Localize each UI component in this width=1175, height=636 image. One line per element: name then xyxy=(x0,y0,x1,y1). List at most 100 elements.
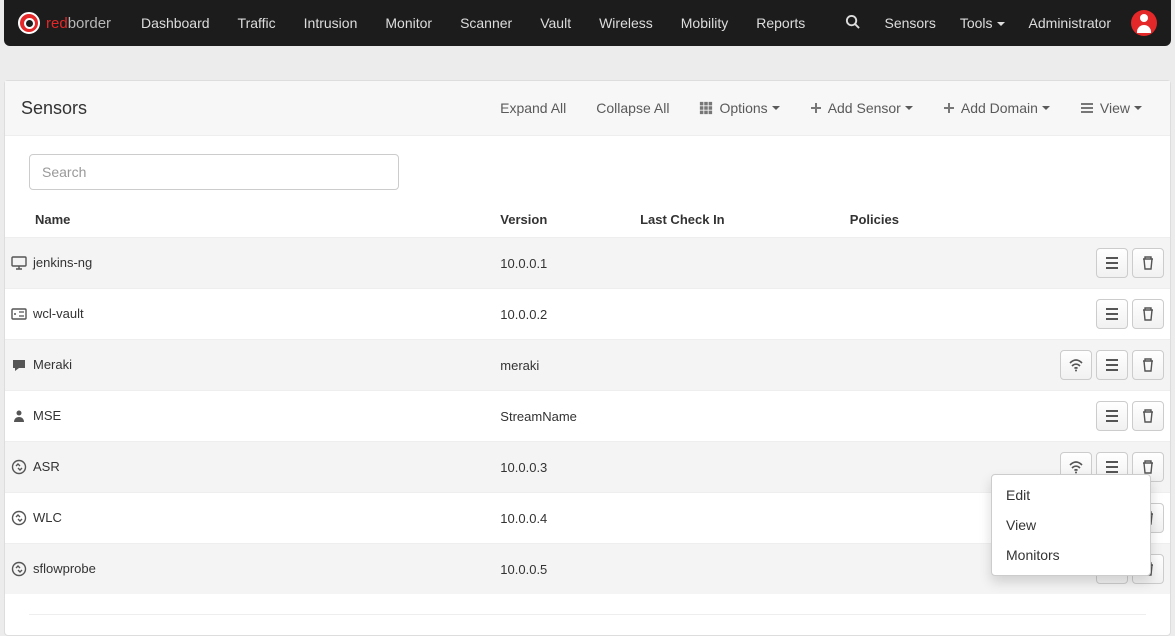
menu-view[interactable]: View xyxy=(992,510,1150,540)
row-name: Meraki xyxy=(5,340,494,391)
top-navbar: redborder Dashboard Traffic Intrusion Mo… xyxy=(4,0,1171,46)
row-policies xyxy=(844,442,1007,493)
nav-primary: Dashboard Traffic Intrusion Monitor Scan… xyxy=(127,0,819,46)
row-version: StreamName xyxy=(494,391,634,442)
menu-edit[interactable]: Edit xyxy=(992,480,1150,510)
row-policies xyxy=(844,340,1007,391)
chevron-down-icon xyxy=(1042,106,1050,110)
row-version: 10.0.0.2 xyxy=(494,289,634,340)
row-name: wcl-vault xyxy=(5,289,494,340)
row-menu-button[interactable] xyxy=(1096,350,1128,380)
chevron-down-icon xyxy=(905,106,913,110)
nav-reports[interactable]: Reports xyxy=(742,0,819,46)
table-row[interactable]: wcl-vault 10.0.0.2 xyxy=(5,289,1170,340)
view-button[interactable]: View xyxy=(1068,93,1154,123)
swap-icon xyxy=(11,561,27,577)
grid-icon xyxy=(699,101,713,115)
row-policies xyxy=(844,238,1007,289)
row-name: jenkins-ng xyxy=(5,238,494,289)
row-actions xyxy=(1007,289,1170,340)
server-icon xyxy=(11,306,27,322)
chevron-down-icon xyxy=(772,106,780,110)
col-last-check-in: Last Check In xyxy=(634,204,844,238)
search-input[interactable] xyxy=(29,154,399,190)
row-actions xyxy=(1007,391,1170,442)
options-button[interactable]: Options xyxy=(687,93,791,123)
monitor-icon xyxy=(11,255,27,271)
nav-monitor[interactable]: Monitor xyxy=(371,0,446,46)
add-domain-button[interactable]: Add Domain xyxy=(931,93,1062,123)
collapse-all-button[interactable]: Collapse All xyxy=(584,93,681,123)
row-last-check-in xyxy=(634,391,844,442)
nav-wireless[interactable]: Wireless xyxy=(585,0,667,46)
sensor-name-label: MSE xyxy=(33,408,61,423)
sensor-name-label: Meraki xyxy=(33,357,72,372)
row-actions xyxy=(1007,238,1170,289)
row-last-check-in xyxy=(634,442,844,493)
row-name: sflowprobe xyxy=(5,544,494,595)
row-name: MSE xyxy=(5,391,494,442)
row-context-menu: Edit View Monitors xyxy=(991,474,1151,576)
nav-sensors[interactable]: Sensors xyxy=(872,0,947,46)
row-policies xyxy=(844,289,1007,340)
nav-traffic[interactable]: Traffic xyxy=(224,0,290,46)
nav-dashboard[interactable]: Dashboard xyxy=(127,0,224,46)
avatar[interactable] xyxy=(1131,10,1157,36)
sensor-name-label: WLC xyxy=(33,510,62,525)
row-last-check-in xyxy=(634,493,844,544)
row-last-check-in xyxy=(634,289,844,340)
chat-icon xyxy=(11,357,27,373)
menu-monitors[interactable]: Monitors xyxy=(992,540,1150,570)
chevron-down-icon xyxy=(997,22,1005,26)
row-version: 10.0.0.3 xyxy=(494,442,634,493)
panel-actions: Expand All Collapse All Options Add Sens… xyxy=(488,93,1154,123)
panel-header: Sensors Expand All Collapse All Options … xyxy=(5,81,1170,136)
nav-scanner[interactable]: Scanner xyxy=(446,0,526,46)
row-menu-button[interactable] xyxy=(1096,401,1128,431)
delete-button[interactable] xyxy=(1132,299,1164,329)
nav-vault[interactable]: Vault xyxy=(526,0,585,46)
row-version: 10.0.0.1 xyxy=(494,238,634,289)
col-policies: Policies xyxy=(844,204,1007,238)
row-name: ASR xyxy=(5,442,494,493)
table-row[interactable]: MSE StreamName xyxy=(5,391,1170,442)
row-version: meraki xyxy=(494,340,634,391)
swap-icon xyxy=(11,510,27,526)
row-policies xyxy=(844,493,1007,544)
delete-button[interactable] xyxy=(1132,401,1164,431)
wifi-button[interactable] xyxy=(1060,350,1092,380)
row-last-check-in xyxy=(634,238,844,289)
col-name: Name xyxy=(5,204,494,238)
expand-all-button[interactable]: Expand All xyxy=(488,93,578,123)
nav-admin[interactable]: Administrator xyxy=(1017,0,1123,46)
row-menu-button[interactable] xyxy=(1096,248,1128,278)
add-sensor-button[interactable]: Add Sensor xyxy=(798,93,925,123)
list-icon xyxy=(1080,102,1094,114)
nav-intrusion[interactable]: Intrusion xyxy=(290,0,372,46)
col-version: Version xyxy=(494,204,634,238)
row-name: WLC xyxy=(5,493,494,544)
table-row[interactable]: Meraki meraki xyxy=(5,340,1170,391)
plus-icon xyxy=(943,102,955,114)
delete-button[interactable] xyxy=(1132,248,1164,278)
person-icon xyxy=(11,408,27,424)
table-row[interactable]: jenkins-ng10.0.0.1 xyxy=(5,238,1170,289)
row-version: 10.0.0.4 xyxy=(494,493,634,544)
row-last-check-in xyxy=(634,544,844,595)
row-policies xyxy=(844,391,1007,442)
chevron-down-icon xyxy=(1134,106,1142,110)
plus-icon xyxy=(810,102,822,114)
brand-logo-text: redborder xyxy=(46,15,111,32)
nav-tools[interactable]: Tools xyxy=(948,0,1017,46)
sensor-name-label: sflowprobe xyxy=(33,561,96,576)
search-icon[interactable] xyxy=(833,14,872,32)
brand-logo-icon xyxy=(18,12,40,34)
delete-button[interactable] xyxy=(1132,350,1164,380)
nav-mobility[interactable]: Mobility xyxy=(667,0,742,46)
row-actions xyxy=(1007,340,1170,391)
row-last-check-in xyxy=(634,340,844,391)
sensor-name-label: wcl-vault xyxy=(33,306,84,321)
row-menu-button[interactable] xyxy=(1096,299,1128,329)
page-title: Sensors xyxy=(21,98,87,119)
brand-logo[interactable]: redborder xyxy=(18,12,111,34)
